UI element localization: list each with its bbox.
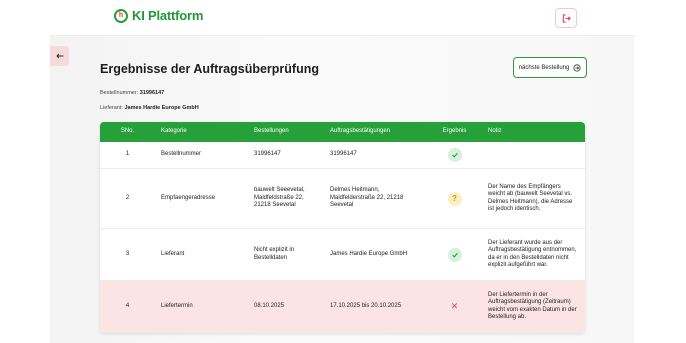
- cell-sno: 2: [125, 194, 130, 201]
- results-table: SNo. Kategorie Bestellungen Auftragsbest…: [100, 122, 585, 333]
- arrow-left-icon: [55, 53, 63, 59]
- cell-auftrag: 31996147: [330, 151, 357, 158]
- cell-notiz: Der Liefertermin in der Auftragsbestätig…: [488, 291, 577, 321]
- cell-bestellungen: 31996147: [254, 151, 281, 158]
- cell-auftrag: James Hardie Europe GmbH: [330, 250, 408, 257]
- cell-kategorie: Liefertermin: [161, 302, 193, 309]
- cell-sno: 4: [125, 302, 130, 309]
- table-row: 1 Bestellnummer 31996147 31996147: [100, 142, 585, 169]
- supplier-info: Lieferant: James Hardie Europe GmbH: [100, 105, 199, 111]
- arrow-right-circle-icon: [573, 63, 581, 72]
- cross-icon: ✕: [450, 300, 459, 311]
- supplier-value: James Hardie Europe GmbH: [124, 105, 199, 111]
- cell-kategorie: Empfaengeradresse: [161, 194, 216, 201]
- table-row: 3 Lieferant Nicht explizit in Bestelldat…: [100, 229, 585, 281]
- cell-ergebnis: ✕: [427, 300, 482, 314]
- app-page: h KI Plattform Ergebnisse der Auftragsüb…: [50, 0, 634, 343]
- cell-bestellungen: Nicht explizit in Bestelldaten: [254, 247, 295, 261]
- cell-sno: 3: [125, 250, 130, 257]
- question-icon: ?: [447, 191, 462, 206]
- page-title: Ergebnisse der Auftragsüberprüfung: [100, 62, 320, 76]
- supplier-label: Lieferant:: [100, 105, 123, 111]
- check-icon: [447, 148, 462, 162]
- table-header: SNo. Kategorie Bestellungen Auftragsbest…: [100, 122, 585, 142]
- cell-ergebnis: ?: [427, 191, 482, 206]
- cell-notiz: Der Name des Empfängers weicht ab (bauwe…: [488, 183, 573, 213]
- cell-kategorie: Bestellnummer: [161, 151, 202, 158]
- next-order-button[interactable]: nächste Bestellung: [513, 57, 587, 78]
- col-header-bestellungen: Bestellungen: [254, 128, 289, 135]
- col-header-notiz: Notiz: [488, 128, 502, 135]
- logout-icon: [562, 13, 571, 23]
- col-header-ergebnis: Ergebnis: [442, 128, 467, 135]
- cell-notiz: Der Lieferant wurde aus der Auftragsbest…: [488, 239, 577, 269]
- cell-ergebnis: [427, 247, 482, 262]
- cell-ergebnis: [427, 148, 482, 162]
- order-number: Bestellnummer: 31996147: [100, 90, 164, 96]
- next-order-label: nächste Bestellung: [518, 64, 570, 71]
- col-header-kategorie: Kategorie: [161, 128, 187, 135]
- order-number-value: 31996147: [139, 90, 165, 96]
- logo-text: KI Plattform: [132, 8, 204, 23]
- cell-kategorie: Lieferant: [161, 250, 185, 257]
- logout-button[interactable]: [555, 8, 577, 28]
- col-header-sno: SNo.: [120, 128, 135, 135]
- cell-auftrag: 17.10.2025 bis 20.10.2025: [330, 302, 402, 309]
- cell-auftrag: Delmes Heitmann, Maldfelderstraße 22, 21…: [330, 187, 404, 209]
- col-header-auftrag: Auftragsbestätigungen: [330, 128, 391, 135]
- top-header: h KI Plattform: [50, 0, 634, 36]
- cell-bestellungen: 08.10.2025: [254, 302, 285, 309]
- order-number-label: Bestellnummer:: [100, 90, 139, 96]
- cell-bestellungen: bauwelt Seeevetal, Maldfeldstraße 22, 21…: [254, 187, 305, 209]
- back-button[interactable]: [50, 46, 69, 66]
- logo-icon: h: [114, 8, 128, 23]
- table-row: 4 Liefertermin 08.10.2025 17.10.2025 bis…: [100, 281, 585, 333]
- app-logo[interactable]: h KI Plattform: [114, 8, 203, 23]
- check-icon: [447, 247, 462, 262]
- cell-sno: 1: [125, 151, 130, 158]
- table-row: 2 Empfaengeradresse bauwelt Seeevetal, M…: [100, 169, 585, 229]
